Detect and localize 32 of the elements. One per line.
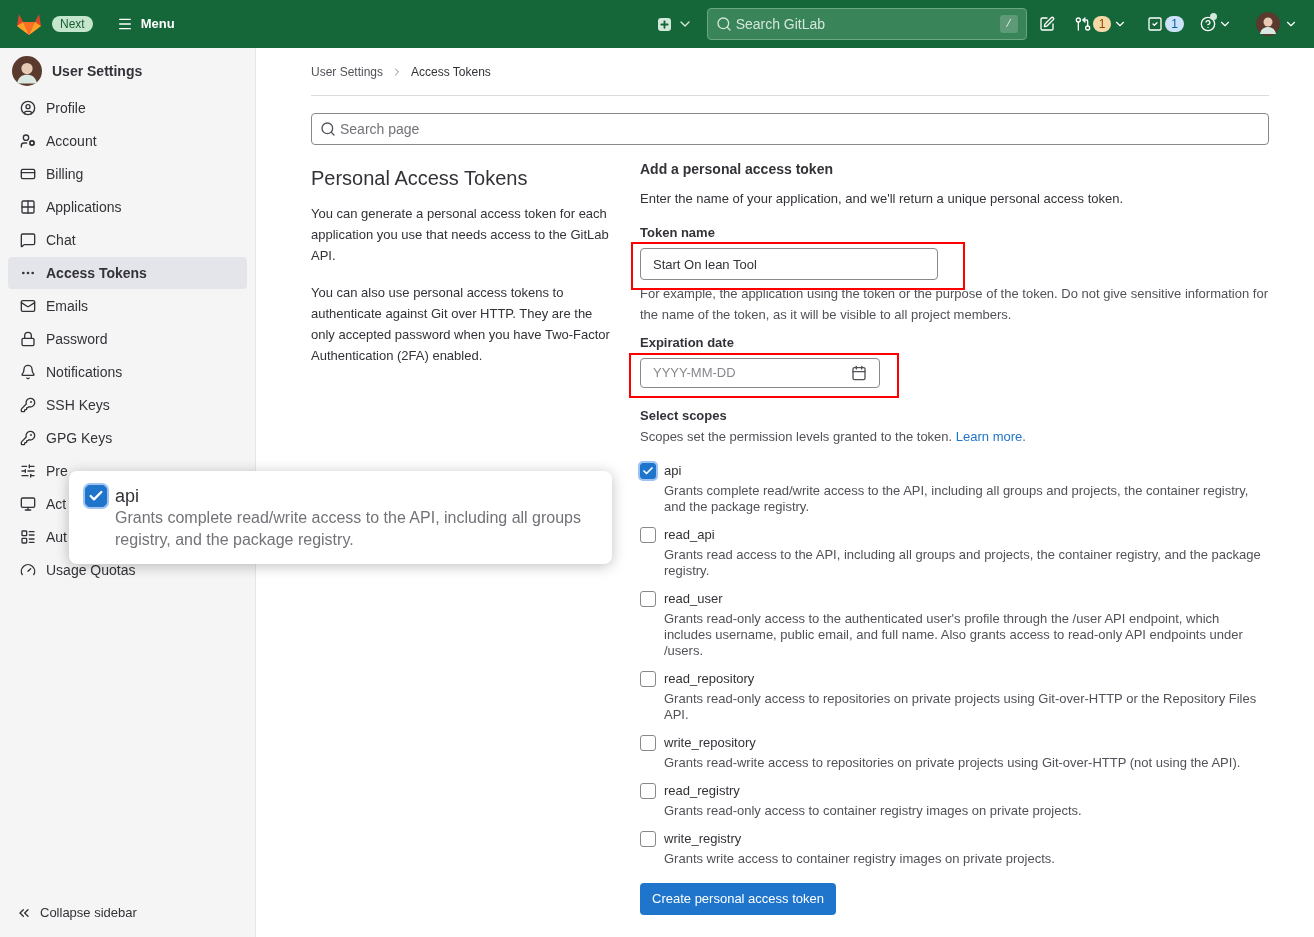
scopes-description: Scopes set the permission levels granted to the token. Learn more. bbox=[640, 429, 1027, 445]
section-description: You can also use personal access tokens to authenticate against Git over HTTP. They are the only accepted password when you have Two-Factor Authentication (2FA) enabled. bbox=[311, 284, 610, 365]
field-label: Select scopes bbox=[640, 408, 728, 424]
count-badge: 1 bbox=[1092, 16, 1112, 32]
sidebar-title: User Settings bbox=[52, 61, 143, 81]
scope-name: api bbox=[664, 463, 683, 479]
scope-name: read_user bbox=[664, 591, 724, 607]
scope-name: read_registry bbox=[664, 783, 741, 799]
scope-description-line: registry, and the package registry. bbox=[115, 530, 355, 550]
scope-description: Grants write access to container registry images on private projects. bbox=[664, 851, 1056, 867]
field-label: Token name bbox=[640, 225, 715, 241]
next-badge: Next bbox=[52, 16, 93, 32]
scope-description: Grants complete read/write access to the API, including all groups and projects, the container registry, and the package registry. bbox=[664, 483, 1250, 515]
scope-description: Grants read-only access to the authenticated user's profile through the /user API endpoint, which includes username, public email, and full name. Also grants access to read-only API endpoints under /users. bbox=[664, 611, 1244, 659]
scope-description-line: Grants complete read/write access to the API, including all groups bbox=[115, 508, 581, 528]
scope-description: Grants read-write access to repositories on private projects using Git-over-HTTP (not using the API). bbox=[664, 755, 1242, 771]
form-description: Enter the name of your application, and we'll return a unique personal access token. bbox=[640, 191, 1125, 207]
breadcrumb-current: Access Tokens bbox=[411, 63, 491, 81]
section-description: You can generate a personal access token for each application you use that needs access to the GitLab API. bbox=[311, 205, 610, 265]
scope-description: Grants read-only access to repositories on private projects using Git-over-HTTP or the Repository Files API. bbox=[664, 691, 1258, 723]
scope-description: Grants read access to the API, including all groups and projects, the container registry, and the package registry. bbox=[664, 547, 1262, 579]
section-title: Personal Access Tokens bbox=[311, 166, 529, 191]
scope-name: api bbox=[115, 485, 141, 507]
shortcut-key: / bbox=[999, 15, 1018, 33]
count-badge: 1 bbox=[1165, 16, 1184, 32]
scope-description: Grants read-only access to container registry images on private projects. bbox=[664, 803, 1083, 819]
scope-name: write_registry bbox=[664, 831, 743, 847]
scope-name: read_repository bbox=[664, 671, 756, 687]
field-label: Expiration date bbox=[640, 335, 734, 351]
scope-name: read_api bbox=[664, 527, 716, 543]
scope-name: write_repository bbox=[664, 735, 757, 751]
form-heading: Add a personal access token bbox=[640, 161, 834, 177]
